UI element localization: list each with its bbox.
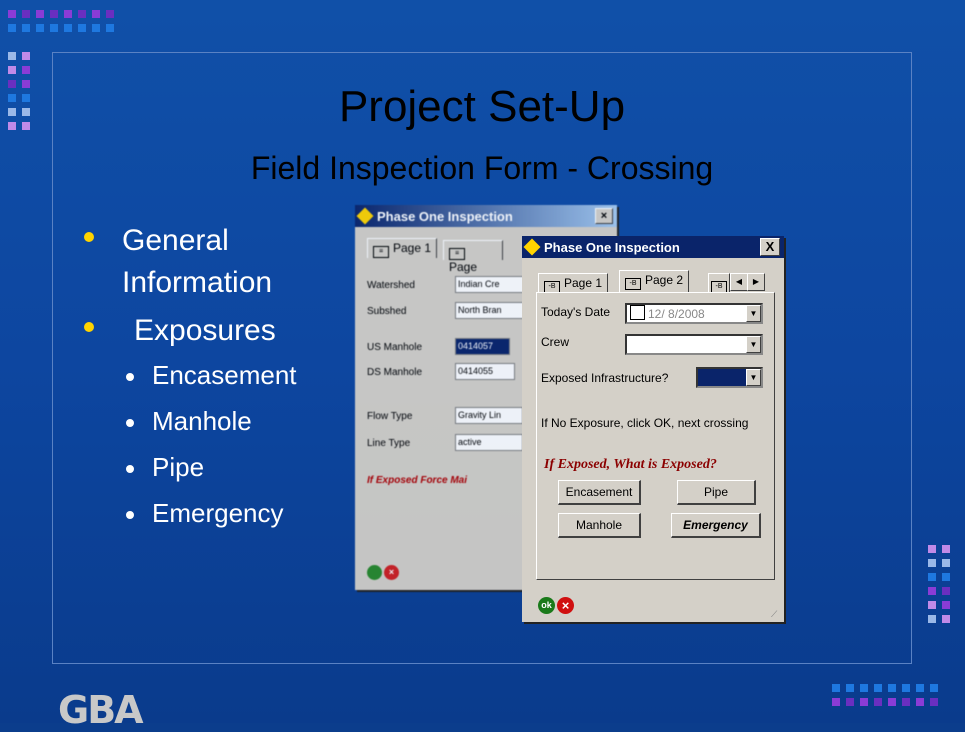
date-value: 12/ 8/2008 xyxy=(648,307,705,321)
chevron-down-icon[interactable]: ▼ xyxy=(746,336,761,353)
slide-title: Project Set-Up xyxy=(338,82,626,131)
no-exposure-hint: If No Exposure, click OK, next crossing xyxy=(541,416,749,430)
sub-bullet-emergency: Emergency xyxy=(90,490,297,536)
encasement-button[interactable]: Encasement xyxy=(558,480,641,505)
close-icon[interactable]: × xyxy=(595,208,613,224)
bullet-text: Exposures xyxy=(134,314,276,347)
back-window-title: Phase One Inspection xyxy=(377,208,513,224)
sub-bullet-text: Pipe xyxy=(152,452,205,482)
left-dots xyxy=(8,52,30,130)
todays-date-picker[interactable]: 12/ 8/2008 ▼ xyxy=(625,303,763,324)
warning-text: If Exposed Force Mai xyxy=(367,475,468,486)
chevron-down-icon[interactable]: ▼ xyxy=(746,369,761,386)
front-window-titlebar: Phase One Inspection X xyxy=(522,236,784,258)
bullet-list: General Information Exposures Encasement… xyxy=(84,220,297,536)
crew-select[interactable]: ▼ xyxy=(625,334,763,355)
chevron-down-icon[interactable]: ▼ xyxy=(746,305,761,322)
field-label: Line Type xyxy=(367,438,411,449)
emergency-button[interactable]: Emergency xyxy=(671,513,761,538)
close-button[interactable]: X xyxy=(760,238,780,256)
tab-label: Page 1 xyxy=(564,276,603,290)
field-label: Subshed xyxy=(367,306,407,317)
sub-bullet-encasement: Encasement xyxy=(90,352,297,398)
bullet-line: General xyxy=(122,224,229,257)
tab-label: Page 2 xyxy=(645,273,684,287)
sub-bullet-text: Manhole xyxy=(152,406,252,436)
cancel-icon[interactable]: × xyxy=(384,565,399,580)
sub-bullet-manhole: Manhole xyxy=(90,398,297,444)
exposed-infrastructure-label: Exposed Infrastructure? xyxy=(541,371,669,385)
slide-subtitle: Field Inspection Form - Crossing xyxy=(250,150,714,186)
todays-date-label: Today's Date xyxy=(541,305,610,319)
field-label: US Manhole xyxy=(367,342,423,353)
flow-type-field[interactable]: Gravity Lin xyxy=(455,407,523,424)
bullet-exposures: Exposures xyxy=(84,310,297,352)
field-label: DS Manhole xyxy=(367,367,423,378)
ds-manhole-field[interactable]: 0414055 xyxy=(455,363,515,380)
app-icon xyxy=(356,207,374,225)
gba-logo: GBA xyxy=(58,688,144,732)
exposed-infrastructure-select[interactable]: ▼ xyxy=(696,367,763,388)
exposed-question: If Exposed, What is Exposed? xyxy=(544,457,717,472)
tab-label: Page xyxy=(449,260,478,274)
sub-bullet-text: Encasement xyxy=(152,360,297,390)
line-type-field[interactable]: active xyxy=(455,434,523,451)
sub-bullet-text: Emergency xyxy=(152,498,284,528)
us-manhole-field[interactable]: 0414057 xyxy=(455,338,510,355)
ok-icon[interactable] xyxy=(367,565,382,580)
tab-page3[interactable]: -B xyxy=(708,273,730,293)
sub-bullet-pipe: Pipe xyxy=(90,444,297,490)
tab-page1[interactable]: -B Page 1 xyxy=(538,273,609,293)
front-inspection-window: Phase One Inspection X -B Page 1 -B Page 2… xyxy=(522,236,784,622)
bullet-marker xyxy=(84,232,94,242)
back-tab-page1[interactable]: ≡ Page 1 xyxy=(367,238,438,258)
resize-grip-icon[interactable]: ⟋ xyxy=(771,609,781,619)
pipe-button[interactable]: Pipe xyxy=(677,480,756,505)
bottom-right-dots xyxy=(832,684,938,706)
back-window-titlebar: Phase One Inspection × xyxy=(355,205,617,227)
field-label: Flow Type xyxy=(367,411,413,422)
back-tab-page2[interactable]: ≡Page xyxy=(443,240,503,274)
tab-page2[interactable]: -B Page 2 xyxy=(619,270,690,293)
bullet-marker xyxy=(84,322,94,332)
bullet-general-information: General Information xyxy=(84,220,297,304)
app-icon xyxy=(523,238,541,256)
right-dots xyxy=(928,545,950,623)
date-checkbox[interactable] xyxy=(630,305,645,320)
tab-scroll-right-button[interactable]: ▶ xyxy=(747,273,765,291)
cancel-button[interactable]: × xyxy=(557,597,574,614)
front-window-title: Phase One Inspection xyxy=(544,239,680,255)
top-left-dots xyxy=(8,10,114,32)
crew-label: Crew xyxy=(541,335,570,349)
tab-scroll-left-button[interactable]: ◀ xyxy=(730,273,748,291)
field-label: Watershed xyxy=(367,280,415,291)
tab-label: Page 1 xyxy=(393,241,432,255)
ok-button[interactable]: ok xyxy=(538,597,555,614)
bullet-line: Information xyxy=(122,266,273,299)
manhole-button[interactable]: Manhole xyxy=(558,513,641,538)
